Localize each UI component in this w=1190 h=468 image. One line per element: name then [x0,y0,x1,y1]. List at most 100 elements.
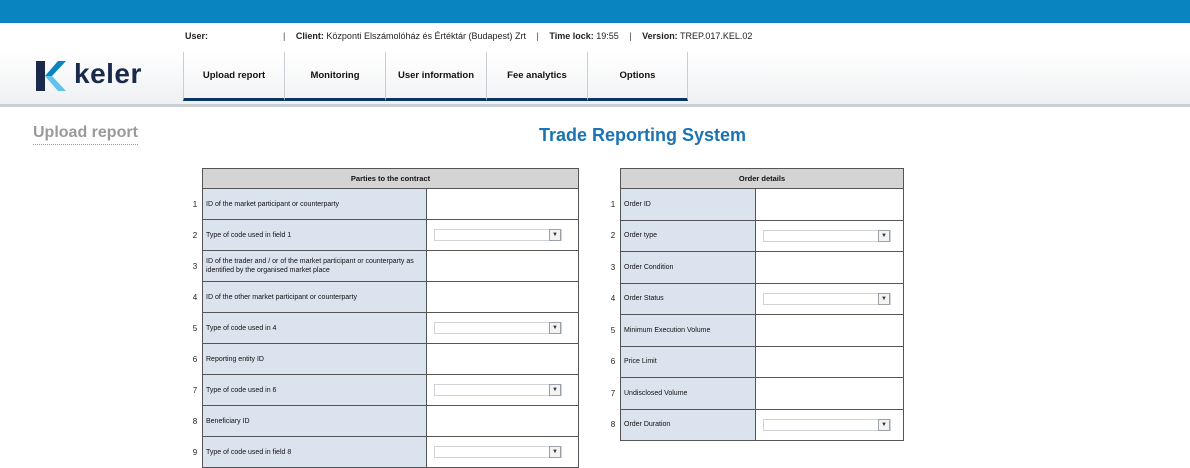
tab-monitoring[interactable]: Monitoring [284,52,385,101]
field-input[interactable] [755,314,904,347]
order-row: 7 Undisclosed Volume [606,377,904,410]
order-row: 1 Order ID [606,188,904,221]
field-dropdown-cell: ▼ [426,219,579,251]
order-row: 2 Order type ▼ [606,219,904,252]
timelock-value: 19:55 [596,31,619,41]
field-label: ID of the market participant or counterp… [202,188,427,220]
separator: | [629,31,632,41]
field-label: Reporting entity ID [202,343,427,375]
field-input[interactable] [426,281,579,313]
field-select[interactable]: ▼ [434,446,562,458]
field-label: Order Duration [620,408,756,441]
parties-row: 1 ID of the market participant or counter… [188,188,579,220]
chevron-down-icon[interactable]: ▼ [878,229,890,242]
field-input[interactable] [755,188,904,221]
field-number: 8 [610,420,616,430]
field-label: Type of code used in field 8 [202,436,427,468]
chevron-down-icon[interactable]: ▼ [549,446,561,458]
field-number: 2 [610,231,616,241]
tab-fee-analytics[interactable]: Fee analytics [486,52,587,101]
chevron-down-icon[interactable]: ▼ [549,384,561,396]
field-number: 2 [192,230,198,240]
field-label: Type of code used in 6 [202,374,427,406]
field-select[interactable]: ▼ [763,229,891,242]
field-label: Type of code used in 4 [202,312,427,344]
field-label: Type of code used in field 1 [202,219,427,251]
chevron-down-icon[interactable]: ▼ [549,229,561,241]
field-input[interactable] [426,250,579,282]
version-label: Version: [642,31,678,41]
field-number: 7 [610,388,616,398]
session-info-bar: User: | Client: Központi Elszámolóház és… [185,31,752,41]
chevron-down-icon[interactable]: ▼ [549,322,561,334]
field-dropdown-cell: ▼ [755,408,904,441]
version-value: TREP.017.KEL.02 [680,31,753,41]
chevron-down-icon[interactable]: ▼ [878,292,890,305]
parties-row: 9 Type of code used in field 8 ▼ [188,436,579,468]
field-number: 6 [192,354,198,364]
parties-row: 2 Type of code used in field 1 ▼ [188,219,579,251]
parties-heading: Parties to the contract [202,168,579,189]
top-accent-bar [0,0,1190,23]
field-label: Beneficiary ID [202,405,427,437]
order-row: 4 Order Status ▼ [606,282,904,315]
field-select[interactable]: ▼ [434,229,562,241]
field-number: 5 [192,323,198,333]
field-input[interactable] [426,343,579,375]
field-select[interactable]: ▼ [434,384,562,396]
field-number: 1 [192,199,198,209]
field-label: ID of the other market participant or co… [202,281,427,313]
field-select[interactable]: ▼ [763,292,891,305]
field-input[interactable] [426,188,579,220]
chevron-down-icon[interactable]: ▼ [878,418,890,431]
nav-tabs: Upload report Monitoring User informatio… [183,52,688,104]
tab-user-information[interactable]: User information [385,52,486,101]
parties-row: 6 Reporting entity ID [188,343,579,375]
order-row: 6 Price Limit [606,345,904,378]
system-title: Trade Reporting System [539,125,747,145]
field-label: Minimum Execution Volume [620,314,756,347]
logo-text: keler [74,58,142,89]
field-number: 3 [192,261,198,271]
field-number: 5 [610,325,616,335]
field-label: Order ID [620,188,756,221]
timelock-label: Time lock: [549,31,594,41]
page-title: Upload report [33,124,138,145]
field-dropdown-cell: ▼ [426,436,579,468]
client-value: Központi Elszámolóház és Értéktár (Budap… [326,31,527,41]
field-label: Order type [620,219,756,252]
order-row: 3 Order Condition [606,251,904,284]
field-number: 9 [192,447,198,457]
parties-table: Parties to the contract 1 ID of the marke… [188,168,579,468]
keler-logo-icon [36,61,66,91]
field-input[interactable] [426,405,579,437]
field-select[interactable]: ▼ [763,418,891,431]
parties-row: 7 Type of code used in 6 ▼ [188,374,579,406]
keler-logo[interactable]: keler [36,58,156,91]
field-label: Price Limit [620,345,756,378]
tab-options[interactable]: Options [587,52,688,101]
field-number: 7 [192,385,198,395]
user-label: User: [185,31,209,41]
field-label: Undisclosed Volume [620,377,756,410]
separator: | [536,31,539,41]
client-label: Client: [295,31,324,41]
field-label: Order Status [620,282,756,315]
field-input[interactable] [755,345,904,378]
field-input[interactable] [755,251,904,284]
tab-upload-report[interactable]: Upload report [183,52,284,101]
order-table: Order details 1 Order ID 2 Order type ▼ 3 Orde… [606,168,904,441]
order-heading: Order details [620,168,904,189]
field-dropdown-cell: ▼ [755,219,904,252]
separator: | [283,31,286,41]
field-number: 6 [610,357,616,367]
parties-row: 3 ID of the trader and / or of the market… [188,250,579,282]
field-label: ID of the trader and / or of the market … [202,250,427,282]
field-dropdown-cell: ▼ [426,312,579,344]
parties-row: 4 ID of the other market participant or c… [188,281,579,313]
parties-row: 8 Beneficiary ID [188,405,579,437]
field-input[interactable] [755,377,904,410]
field-number: 4 [610,294,616,304]
field-select[interactable]: ▼ [434,322,562,334]
order-row: 5 Minimum Execution Volume [606,314,904,347]
